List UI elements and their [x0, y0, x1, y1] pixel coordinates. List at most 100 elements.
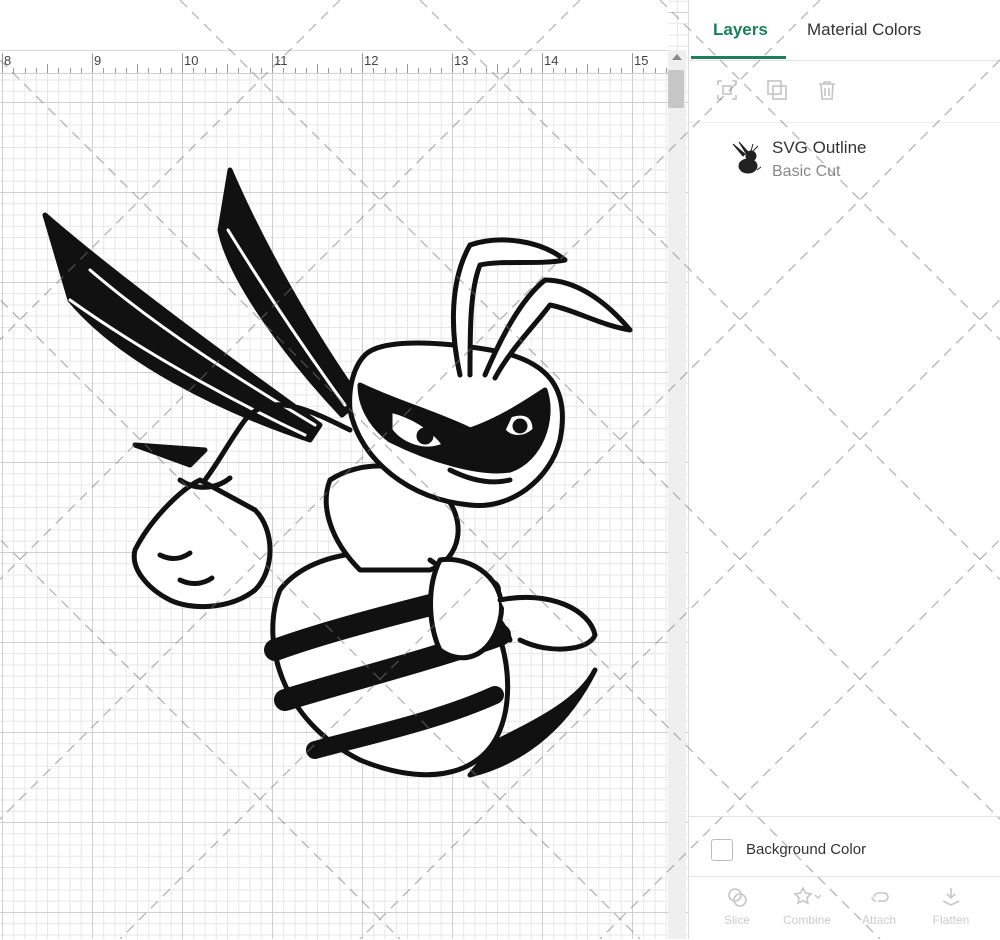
background-color-checkbox[interactable] [711, 839, 733, 861]
ruler-tick [193, 68, 195, 73]
ruler-tick [418, 68, 420, 73]
flatten-label: Flatten [932, 913, 970, 927]
ruler-tick [92, 53, 93, 73]
ruler-tick [80, 68, 82, 73]
ruler-tick [362, 53, 363, 73]
ruler-tick [384, 68, 386, 73]
ruler-tick [215, 68, 217, 73]
flatten-icon [942, 888, 960, 906]
ruler-tick [170, 68, 172, 73]
ruler-tick [272, 53, 273, 73]
ruler-tick [328, 68, 330, 73]
vertical-scrollbar[interactable] [668, 50, 686, 939]
flatten-button[interactable]: Flatten [921, 885, 981, 927]
ruler-number: 8 [4, 53, 12, 68]
ruler-tick [609, 68, 611, 73]
attach-button[interactable]: Attach [849, 885, 909, 927]
active-tab-indicator [691, 56, 786, 59]
ruler-tick [182, 53, 183, 73]
ruler-tick [13, 68, 15, 73]
ruler-tick [519, 68, 521, 73]
duplicate-icon[interactable] [765, 78, 789, 102]
ruler-tick [497, 64, 498, 73]
hornet-artwork[interactable] [30, 160, 650, 800]
ruler-tick [35, 68, 37, 73]
ruler-tick [204, 68, 206, 73]
ruler-tick [2, 53, 3, 73]
layer-operation: Basic Cut [772, 163, 841, 180]
ruler-tick [227, 64, 228, 73]
ruler-number: 12 [364, 53, 379, 68]
tab-layers[interactable]: Layers [713, 20, 768, 40]
background-color-row: Background Color [689, 816, 1000, 877]
background-color-label: Background Color [746, 841, 867, 858]
ruler-number: 13 [454, 53, 469, 68]
ruler-tick [643, 68, 645, 73]
ruler-number: 15 [634, 53, 649, 68]
ruler-tick [485, 68, 487, 73]
ruler-tick [598, 68, 600, 73]
combine-button[interactable]: Combine [777, 885, 837, 927]
ruler-tick [103, 68, 105, 73]
ruler-tick [632, 53, 633, 73]
layer-thumbnail-icon [732, 141, 761, 174]
ruler-tick [305, 68, 307, 73]
combine-icon [793, 886, 821, 905]
ruler-tick [474, 68, 476, 73]
panel-tabs: Layers Material Colors [689, 0, 1000, 61]
ruler-tick [58, 68, 60, 73]
ruler-tick [294, 68, 296, 73]
ruler-tick [159, 68, 161, 73]
ruler-tick [542, 53, 543, 73]
ruler-tick [553, 68, 555, 73]
ruler-tick [47, 64, 48, 73]
ruler-tick [125, 68, 127, 73]
ruler-tick [24, 68, 26, 73]
ruler-number: 10 [184, 53, 199, 68]
ruler-tick [429, 68, 431, 73]
bottom-toolbar: Slice Combine Attach Flatten [689, 876, 1000, 940]
ruler-number: 14 [544, 53, 559, 68]
ruler-tick [407, 64, 408, 73]
ruler-tick [69, 68, 71, 73]
slice-icon [728, 888, 747, 907]
ruler-tick [620, 68, 622, 73]
ruler-tick [395, 68, 397, 73]
ruler-tick [249, 68, 251, 73]
layer-toolbar [689, 60, 1000, 123]
ruler-tick [137, 64, 138, 73]
ruler-tick [665, 68, 667, 73]
ruler-tick [587, 64, 588, 73]
ruler-number: 11 [274, 53, 288, 68]
group-icon[interactable] [715, 78, 739, 102]
delete-icon[interactable] [815, 78, 839, 102]
ruler-tick [463, 68, 465, 73]
combine-label: Combine [782, 913, 832, 927]
scroll-up-arrow-icon[interactable] [672, 54, 682, 60]
ruler-tick [317, 64, 318, 73]
ruler-tick [452, 53, 453, 73]
tab-material-colors[interactable]: Material Colors [807, 20, 921, 40]
slice-button[interactable]: Slice [707, 885, 767, 927]
layers-panel: Layers Material Colors SVG Outline Basic… [688, 0, 1000, 939]
scroll-thumb[interactable] [668, 70, 684, 108]
layer-name: SVG Outline [772, 138, 867, 157]
attach-label: Attach [861, 913, 897, 927]
ruler-tick [260, 68, 262, 73]
layer-item[interactable]: SVG Outline Basic Cut [689, 128, 1000, 188]
ruler-tick [508, 68, 510, 73]
ruler-tick [564, 68, 566, 73]
ruler-tick [575, 68, 577, 73]
horizontal-ruler: 8 9 10 11 12 13 14 15 [0, 50, 668, 74]
ruler-tick [654, 68, 656, 73]
attach-icon [871, 892, 889, 902]
ruler-header: 8 9 10 11 12 13 14 15 [0, 0, 668, 74]
ruler-tick [114, 68, 116, 73]
ruler-tick [148, 68, 150, 73]
ruler-number: 9 [94, 53, 102, 68]
ruler-tick [373, 68, 375, 73]
slice-label: Slice [723, 913, 750, 927]
ruler-tick [440, 68, 442, 73]
ruler-tick [238, 68, 240, 73]
design-canvas[interactable]: 8 9 10 11 12 13 14 15 [0, 0, 688, 939]
